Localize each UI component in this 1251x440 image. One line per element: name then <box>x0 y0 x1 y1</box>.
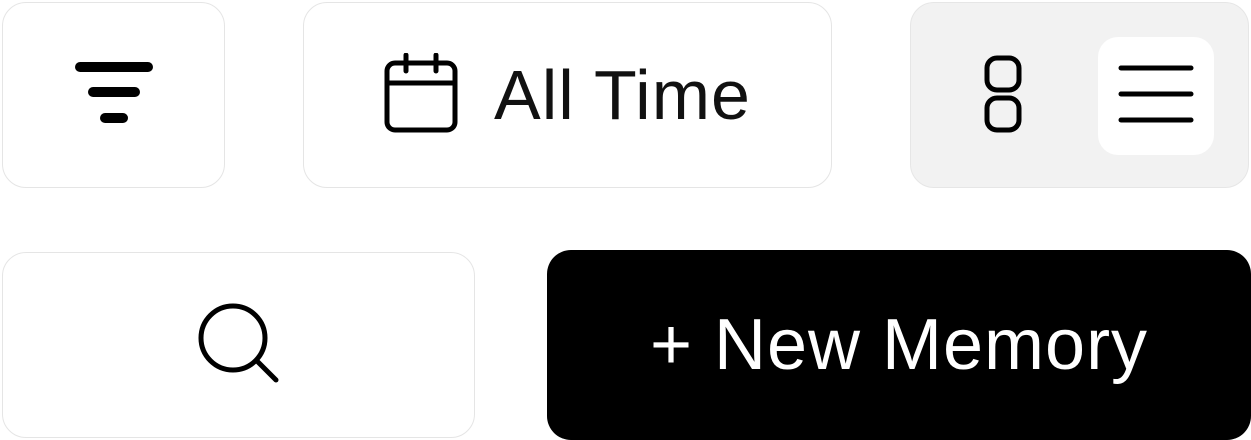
filter-button[interactable] <box>2 2 225 188</box>
new-memory-label: + New Memory <box>649 305 1149 385</box>
list-view-icon <box>1118 63 1194 130</box>
search-icon <box>197 302 281 389</box>
grid-view-icon <box>983 54 1023 139</box>
calendar-icon <box>384 52 458 138</box>
filter-icon <box>74 60 154 131</box>
view-toggle[interactable] <box>910 2 1249 188</box>
search-button[interactable] <box>2 252 475 438</box>
grid-view-option[interactable] <box>945 37 1061 155</box>
new-memory-button[interactable]: + New Memory <box>547 250 1251 440</box>
date-range-label: All Time <box>494 56 751 134</box>
list-view-option[interactable] <box>1098 37 1214 155</box>
date-range-button[interactable]: All Time <box>303 2 832 188</box>
